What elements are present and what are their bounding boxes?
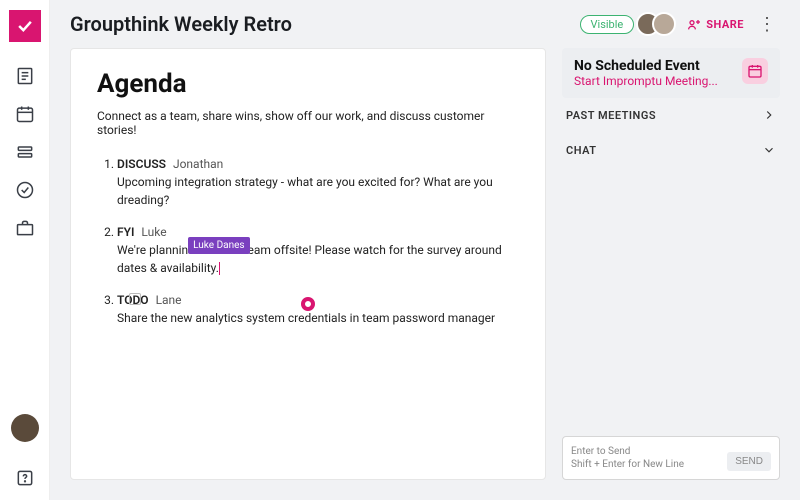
main-area: Groupthink Weekly Retro Visible SHARE ⋮ … bbox=[50, 0, 800, 500]
help-icon[interactable] bbox=[15, 468, 35, 488]
agenda-item[interactable]: DISCUSS Jonathan Upcoming integration st… bbox=[117, 155, 519, 209]
start-meeting-link[interactable]: Start Impromptu Meeting... bbox=[574, 74, 734, 88]
chat-section[interactable]: CHAT bbox=[562, 133, 780, 168]
more-menu-icon[interactable]: ⋮ bbox=[754, 14, 780, 35]
right-rail: No Scheduled Event Start Impromptu Meeti… bbox=[562, 48, 780, 480]
user-avatar[interactable] bbox=[11, 414, 39, 442]
check-circle-icon[interactable] bbox=[15, 180, 35, 200]
doc-heading: Agenda bbox=[97, 69, 519, 99]
text-caret bbox=[219, 262, 220, 275]
todo-checkbox[interactable] bbox=[129, 293, 141, 305]
page-header: Groupthink Weekly Retro Visible SHARE ⋮ bbox=[50, 0, 800, 48]
briefcase-icon[interactable] bbox=[15, 218, 35, 238]
app-sidebar bbox=[0, 0, 50, 500]
agenda-item[interactable]: FYI Luke We're planninLuke Danesg the ne… bbox=[117, 223, 519, 277]
item-body: We're planninLuke Danesg the next team o… bbox=[117, 241, 519, 277]
item-tag: DISCUSS bbox=[117, 157, 166, 171]
event-title: No Scheduled Event bbox=[574, 58, 734, 74]
share-label: SHARE bbox=[706, 18, 744, 31]
item-body: Share the new analytics system credentia… bbox=[117, 309, 519, 327]
cursor-indicator-icon bbox=[301, 297, 315, 311]
notes-icon[interactable] bbox=[15, 66, 35, 86]
page-title: Groupthink Weekly Retro bbox=[70, 12, 570, 36]
avatar bbox=[652, 12, 676, 36]
item-author: Luke bbox=[141, 225, 166, 239]
app-logo[interactable] bbox=[9, 10, 41, 42]
chevron-right-icon bbox=[762, 108, 776, 122]
calendar-icon[interactable] bbox=[15, 104, 35, 124]
share-button[interactable]: SHARE bbox=[686, 16, 744, 32]
doc-intro: Connect as a team, share wins, show off … bbox=[97, 109, 519, 137]
chat-input-box[interactable]: Enter to Send Shift + Enter for New Line… bbox=[562, 436, 780, 480]
send-button[interactable]: SEND bbox=[727, 452, 771, 471]
item-author: Lane bbox=[156, 293, 182, 307]
presence-avatars[interactable] bbox=[644, 12, 676, 36]
event-card: No Scheduled Event Start Impromptu Meeti… bbox=[562, 48, 780, 98]
past-meetings-section[interactable]: PAST MEETINGS bbox=[562, 98, 780, 133]
calendar-badge-icon[interactable] bbox=[742, 58, 768, 84]
section-label: CHAT bbox=[566, 144, 597, 157]
section-label: PAST MEETINGS bbox=[566, 109, 656, 122]
visibility-badge[interactable]: Visible bbox=[580, 15, 635, 34]
chat-placeholder: Enter to Send Shift + Enter for New Line bbox=[571, 445, 721, 471]
item-body: Upcoming integration strategy - what are… bbox=[117, 173, 519, 209]
item-author: Jonathan bbox=[173, 157, 223, 171]
chevron-down-icon bbox=[762, 143, 776, 157]
agenda-document[interactable]: Agenda Connect as a team, share wins, sh… bbox=[70, 48, 546, 480]
agenda-item[interactable]: TODO Lane Share the new analytics system… bbox=[117, 291, 519, 327]
item-tag: FYI bbox=[117, 225, 134, 239]
list-icon[interactable] bbox=[15, 142, 35, 162]
